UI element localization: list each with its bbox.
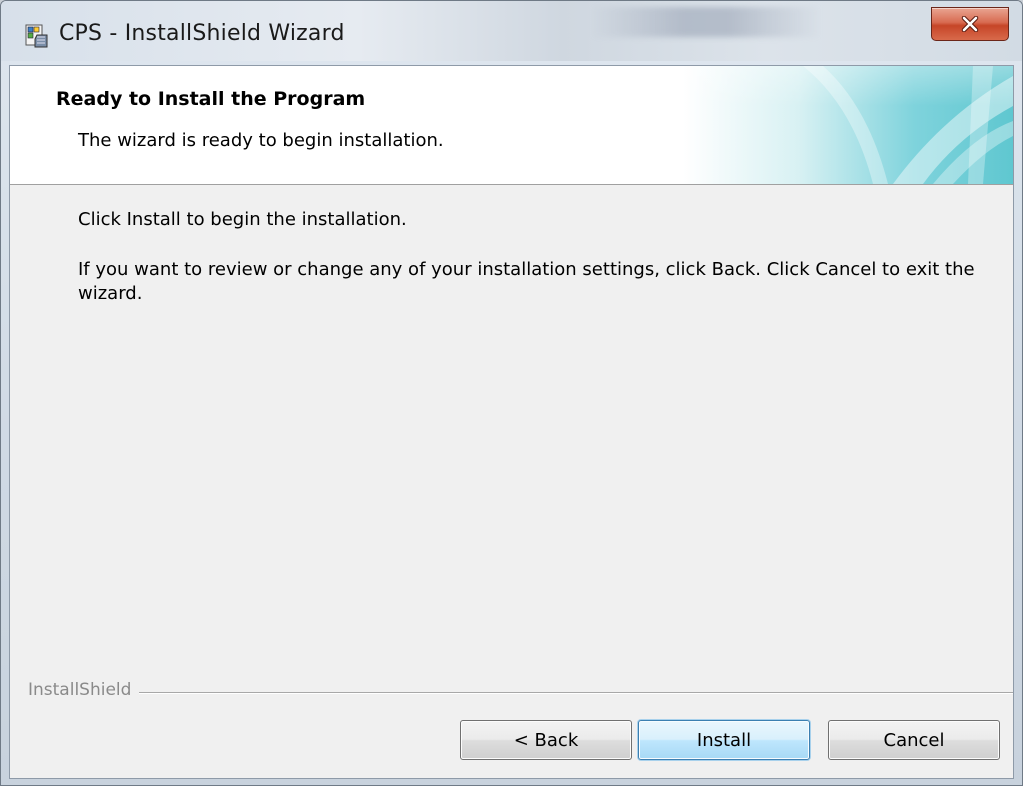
title-bar[interactable]: CPS - InstallShield Wizard — [1, 1, 1022, 61]
instruction-text: Click Install to begin the installation. — [78, 209, 407, 230]
page-title: Ready to Install the Program — [56, 88, 366, 110]
cancel-button[interactable]: Cancel — [828, 720, 1000, 760]
installer-window: CPS - InstallShield Wizard Ready to Inst… — [0, 0, 1023, 786]
header-banner-graphic — [683, 66, 1013, 184]
brand-separator: InstallShield — [28, 680, 1013, 704]
installer-icon — [23, 23, 49, 49]
wizard-header: Ready to Install the Program The wizard … — [10, 66, 1013, 185]
wizard-client-area: Ready to Install the Program The wizard … — [9, 65, 1014, 779]
install-button[interactable]: Install — [638, 720, 810, 760]
back-button[interactable]: < Back — [460, 720, 632, 760]
separator-line — [28, 692, 1013, 694]
brand-label: InstallShield — [28, 680, 140, 700]
info-text: If you want to review or change any of y… — [78, 259, 975, 304]
close-button[interactable] — [931, 7, 1009, 41]
window-title: CPS - InstallShield Wizard — [59, 21, 345, 46]
titlebar-blurred-region — [591, 7, 821, 37]
close-icon — [932, 8, 1008, 40]
page-subtitle: The wizard is ready to begin installatio… — [78, 130, 444, 151]
